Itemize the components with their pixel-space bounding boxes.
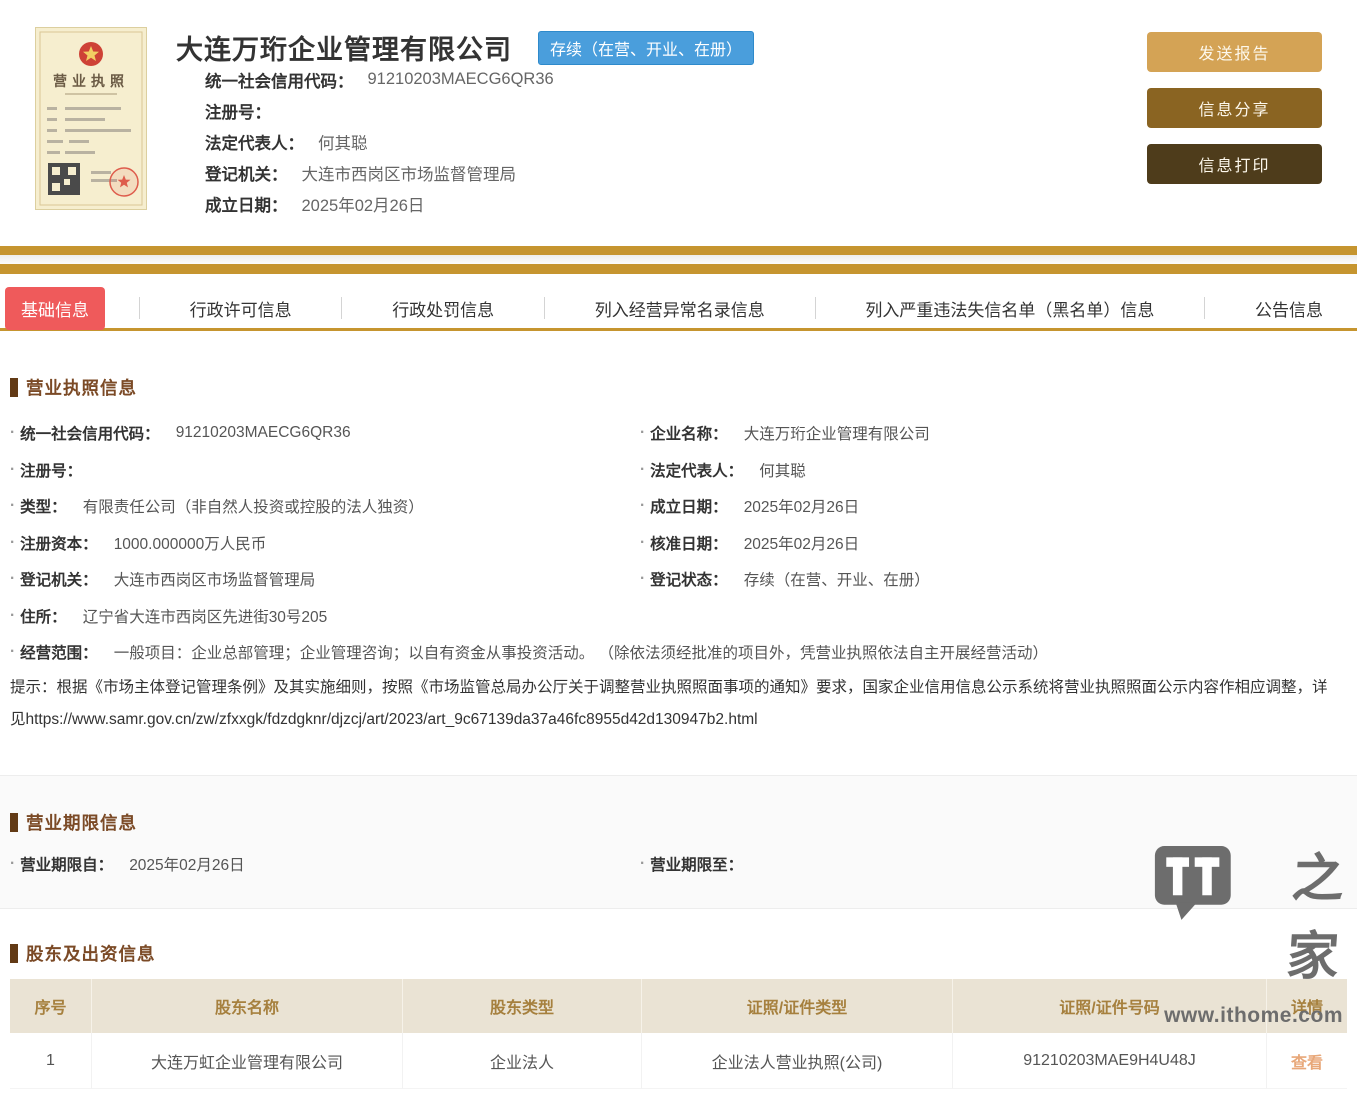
section-title-bar bbox=[10, 944, 18, 963]
gold-bar-gap bbox=[0, 255, 1357, 264]
gold-bar-bottom bbox=[0, 264, 1357, 274]
tab-announcement[interactable]: 公告信息 bbox=[1239, 287, 1339, 330]
shareholder-table: 序号 股东名称 股东类型 证照/证件类型 证照/证件号码 详情 1 大连万虹企业… bbox=[10, 979, 1347, 1089]
field-approval-date: · 核准日期： 2025年02月26日 bbox=[640, 533, 860, 553]
table-row: 1 大连万虹企业管理有限公司 企业法人 企业法人营业执照(公司) 9121020… bbox=[10, 1033, 1347, 1089]
header-field-credit-code: 统一社会信用代码： 91210203MAECG6QR36 bbox=[205, 70, 554, 91]
business-license-image: 营业执照 bbox=[35, 27, 147, 210]
col-header-shareholder-type: 股东类型 bbox=[403, 979, 642, 1033]
print-info-button[interactable]: 信息打印 bbox=[1147, 144, 1322, 184]
shareholder-section-title: 股东及出资信息 bbox=[10, 941, 156, 966]
field-reg-authority: · 登记机关： 大连市西岗区市场监督管理局 bbox=[10, 570, 316, 590]
field-reg-no: · 注册号： bbox=[10, 460, 83, 480]
section-title-bar bbox=[10, 813, 18, 832]
svg-text:营业执照: 营业执照 bbox=[53, 73, 129, 89]
status-badge: 存续（在营、开业、在册） bbox=[538, 30, 755, 65]
tab-basic-info[interactable]: 基础信息 bbox=[5, 286, 105, 330]
page-title: 大连万珩企业管理有限公司 bbox=[176, 35, 512, 65]
field-address: · 住所： 辽宁省大连市西岗区先进街30号205 bbox=[10, 606, 328, 626]
ithome-url-text: www.ithome.com bbox=[1164, 1004, 1343, 1027]
share-info-button[interactable]: 信息分享 bbox=[1147, 88, 1322, 128]
tab-separator bbox=[138, 297, 140, 319]
header-field-reg-authority: 登记机关： 大连市西岗区市场监督管理局 bbox=[205, 166, 516, 185]
section-title-bar bbox=[10, 378, 18, 397]
field-registered-capital: · 注册资本： 1000.000000万人民币 bbox=[10, 533, 267, 553]
adjustment-notice-text: 提示：根据《市场主体登记管理条例》及其实施细则，按照《市场监管总局办公厅关于调整… bbox=[10, 679, 1328, 728]
field-establish-date: · 成立日期： 2025年02月26日 bbox=[640, 497, 860, 517]
field-term-from: · 营业期限自： 2025年02月26日 bbox=[10, 855, 245, 875]
tab-blacklist[interactable]: 列入严重违法失信名单（黑名单）信息 bbox=[849, 287, 1170, 330]
header-field-legal-rep: 法定代表人： 何其聪 bbox=[205, 134, 368, 153]
ithome-logo-row: 之家 bbox=[1153, 840, 1348, 996]
action-buttons: 发送报告 信息分享 信息打印 bbox=[1147, 32, 1322, 200]
cell-index: 1 bbox=[10, 1033, 92, 1089]
business-license-graphic: 营业执照 bbox=[35, 27, 147, 210]
tab-separator bbox=[814, 297, 816, 319]
cell-cert-type: 企业法人营业执照(公司) bbox=[642, 1033, 953, 1089]
tab-bar: 基础信息 行政许可信息 行政处罚信息 列入经营异常名录信息 列入严重违法失信名单… bbox=[0, 286, 1357, 331]
field-legal-rep: · 法定代表人： 何其聪 bbox=[640, 460, 806, 480]
cell-cert-no: 91210203MAE9H4U48J bbox=[953, 1033, 1267, 1089]
field-business-scope: · 经营范围： 一般项目：企业总部管理；企业管理咨询；以自有资金从事投资活动。 … bbox=[10, 643, 1048, 663]
view-detail-link[interactable]: 查看 bbox=[1291, 1049, 1323, 1073]
cell-detail: 查看 bbox=[1267, 1033, 1347, 1089]
field-term-to: · 营业期限至： bbox=[640, 855, 744, 875]
cell-shareholder-name: 大连万虹企业管理有限公司 bbox=[92, 1033, 403, 1089]
license-fields-left: · 统一社会信用代码： 91210203MAECG6QR36 · 注册号： · … bbox=[10, 415, 1048, 671]
col-header-cert-type: 证照/证件类型 bbox=[642, 979, 953, 1033]
license-section-title: 营业执照信息 bbox=[10, 375, 137, 400]
header-field-reg-no: 注册号： bbox=[205, 103, 271, 122]
col-header-shareholder-name: 股东名称 bbox=[92, 979, 403, 1033]
ithome-watermark: 之家 www.ithome.com bbox=[1153, 840, 1348, 1028]
tab-admin-license[interactable]: 行政许可信息 bbox=[174, 287, 308, 330]
tab-separator bbox=[1204, 297, 1206, 319]
table-header-row: 序号 股东名称 股东类型 证照/证件类型 证照/证件号码 详情 bbox=[10, 979, 1347, 1033]
field-company-name: · 企业名称： 大连万珩企业管理有限公司 bbox=[640, 424, 930, 444]
tab-abnormal-list[interactable]: 列入经营异常名录信息 bbox=[579, 287, 781, 330]
license-fields-right: · 企业名称： 大连万珩企业管理有限公司 · 法定代表人： 何其聪 · 成立日期… bbox=[640, 415, 1347, 598]
field-company-type: · 类型： 有限责任公司（非自然人投资或控股的法人独资） bbox=[10, 497, 424, 517]
gold-bar-top bbox=[0, 246, 1357, 255]
term-section-title: 营业期限信息 bbox=[10, 810, 137, 835]
field-credit-code: · 统一社会信用代码： 91210203MAECG6QR36 bbox=[10, 424, 351, 444]
send-report-button[interactable]: 发送报告 bbox=[1147, 32, 1322, 72]
ithome-cjk-text: 之家 bbox=[1284, 848, 1348, 987]
cell-shareholder-type: 企业法人 bbox=[403, 1033, 642, 1089]
tab-separator bbox=[543, 297, 545, 319]
header-fields: 统一社会信用代码： 91210203MAECG6QR36 注册号： 法定代表人：… bbox=[205, 64, 554, 220]
header-field-establish-date: 成立日期： 2025年02月26日 bbox=[205, 197, 425, 216]
section-divider bbox=[0, 775, 1357, 776]
field-registration-status: · 登记状态： 存续（在营、开业、在册） bbox=[640, 570, 930, 590]
ithome-logo-icon bbox=[1154, 845, 1231, 920]
gold-divider-bars bbox=[0, 246, 1357, 274]
header-title-row: 大连万珩企业管理有限公司 存续（在营、开业、在册） bbox=[176, 28, 755, 67]
tab-admin-penalty[interactable]: 行政处罚信息 bbox=[376, 287, 510, 330]
tab-separator bbox=[341, 297, 343, 319]
col-header-index: 序号 bbox=[10, 979, 92, 1033]
